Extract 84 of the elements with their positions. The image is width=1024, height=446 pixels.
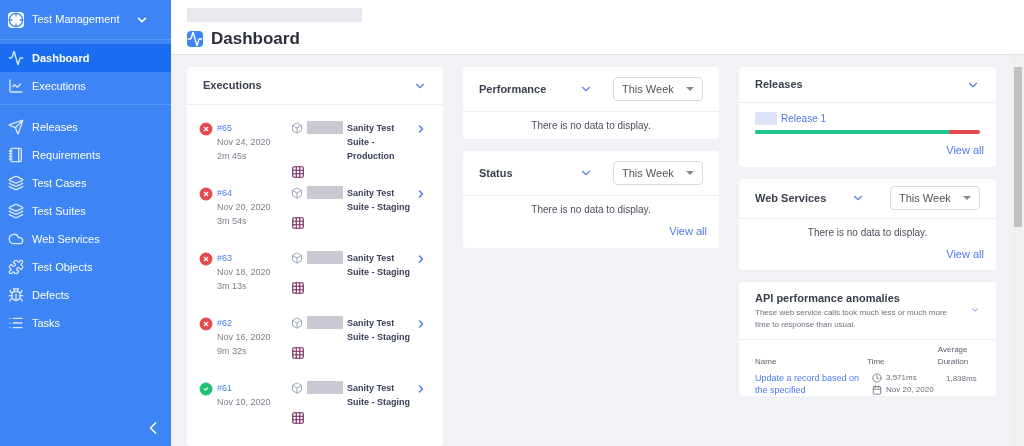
period-dropdown[interactable]: This Week (890, 186, 980, 210)
card-subtitle: These web service calls took much less or much more time to response than usual. (755, 306, 949, 331)
pulse-icon (8, 50, 24, 66)
empty-message: There is no data to display. (806, 225, 929, 240)
sidebar-item[interactable]: Tasks (0, 309, 171, 337)
execution-duration: 3m 54s (217, 215, 248, 228)
test-suite-name: Sanity Test Suite - Production (347, 122, 396, 163)
page-title: Dashboard (211, 28, 300, 50)
column-header: Time (867, 355, 886, 368)
pulse-icon (187, 30, 203, 47)
view-all-link[interactable]: View all (669, 223, 707, 240)
stack-icon (8, 203, 24, 219)
card-title: Web Services (755, 190, 828, 206)
column-header: Average Duration (937, 343, 970, 368)
execution-date: Nov 20, 2020 (217, 201, 272, 214)
layers-icon (8, 175, 24, 191)
sidebar-item[interactable]: Executions (0, 72, 171, 100)
sidebar-item[interactable]: Requirements (0, 141, 171, 169)
execution-duration: 2m 45s (217, 150, 248, 163)
redacted-block (755, 112, 777, 125)
test-suite-name: Sanity Test Suite - Staging (347, 382, 411, 409)
clock-icon (872, 372, 882, 383)
card-title: Status (479, 165, 514, 181)
notebook-icon (8, 147, 24, 163)
execution-id-link[interactable]: #65 (217, 121, 287, 135)
test-suite-name: Sanity Test Suite - Staging (347, 187, 411, 214)
project-logo-icon (8, 11, 24, 28)
project-name[interactable]: Test Management (32, 11, 120, 28)
card-title: Executions (203, 78, 262, 94)
call-date: Nov 20, 2020 (886, 383, 934, 396)
execution-id-link[interactable]: #64 (217, 186, 287, 200)
sidebar-item[interactable]: Test Cases (0, 169, 171, 197)
cube-icon (291, 382, 303, 394)
empty-message: There is no data to display. (530, 119, 652, 133)
bug-icon (8, 287, 24, 303)
cube-icon (291, 317, 303, 329)
redacted-block (307, 381, 343, 394)
scrollbar[interactable] (1012, 55, 1024, 446)
list-icon (8, 315, 24, 331)
average-duration: 1,838ms (946, 372, 977, 385)
card-title: API performance anomalies (755, 291, 901, 306)
redacted-block (307, 186, 343, 199)
sidebar-item[interactable]: Web Services (0, 225, 171, 253)
release-link[interactable]: Release 1 (781, 111, 827, 126)
empty-message: There is no data to display. (530, 203, 652, 217)
sidebar-item[interactable]: Defects (0, 281, 171, 309)
puzzle-icon (8, 259, 24, 275)
execution-duration: 3m 13s (217, 280, 248, 293)
execution-date: Nov 18, 2020 (217, 266, 272, 279)
sidebar-item[interactable]: Releases (0, 113, 171, 141)
caret-icon (963, 196, 971, 200)
paper-plane-icon (8, 119, 24, 135)
cube-icon (291, 122, 303, 134)
cloud-icon (8, 231, 24, 247)
test-suite-name: Sanity Test Suite - Staging (347, 317, 411, 344)
period-dropdown[interactable]: This Week (613, 77, 703, 101)
redacted-block (307, 316, 343, 329)
caret-icon (686, 171, 694, 175)
sidebar-item[interactable]: Test Objects (0, 253, 171, 281)
sidebar-item[interactable]: Test Suites (0, 197, 171, 225)
service-call-link[interactable]: Update a record based on the specified (755, 371, 872, 396)
column-header: Name (755, 355, 778, 368)
response-time: 3,571ms (886, 371, 917, 384)
execution-id-link[interactable]: #63 (217, 251, 287, 265)
view-all-link[interactable]: View all (946, 142, 984, 159)
execution-id-link[interactable]: #62 (217, 316, 287, 330)
execution-date: Nov 10, 2020 (217, 396, 272, 409)
execution-id-link[interactable]: #61 (217, 381, 287, 395)
execution-date: Nov 16, 2020 (217, 331, 272, 344)
cube-icon (291, 252, 303, 264)
sidebar-item[interactable]: Dashboard (0, 44, 171, 72)
card-title: Performance (479, 81, 548, 97)
view-all-link[interactable]: View all (946, 245, 984, 262)
period-dropdown[interactable]: This Week (613, 161, 703, 185)
redacted-block (307, 121, 343, 134)
test-suite-name: Sanity Test Suite - Staging (347, 252, 411, 279)
card-title: Releases (755, 77, 803, 93)
cube-icon (291, 187, 303, 199)
execution-duration: 9m 32s (217, 345, 248, 358)
calendar-icon (872, 384, 882, 395)
caret-icon (686, 87, 694, 91)
execution-date: Nov 24, 2020 (217, 136, 272, 149)
redacted-block (307, 251, 343, 264)
line-chart-icon (8, 78, 24, 94)
